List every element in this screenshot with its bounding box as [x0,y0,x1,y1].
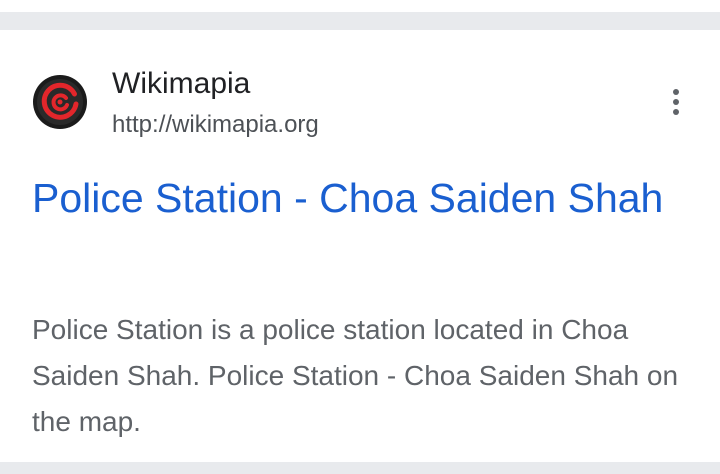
more-options-button[interactable] [658,82,694,122]
result-snippet: Police Station is a police station locat… [32,314,679,437]
site-name[interactable]: Wikimapia [112,66,250,102]
result-title-link[interactable]: Police Station - Choa Saiden Shah [32,168,692,229]
more-vert-icon [673,99,679,105]
previous-card-bottom [0,0,720,12]
search-result-card: Wikimapia http://wikimapia.org Police St… [0,30,720,462]
more-vert-icon [673,109,679,115]
more-vert-icon [673,89,679,95]
wikimapia-logo-icon[interactable] [32,74,88,130]
site-url[interactable]: http://wikimapia.org [112,110,319,140]
